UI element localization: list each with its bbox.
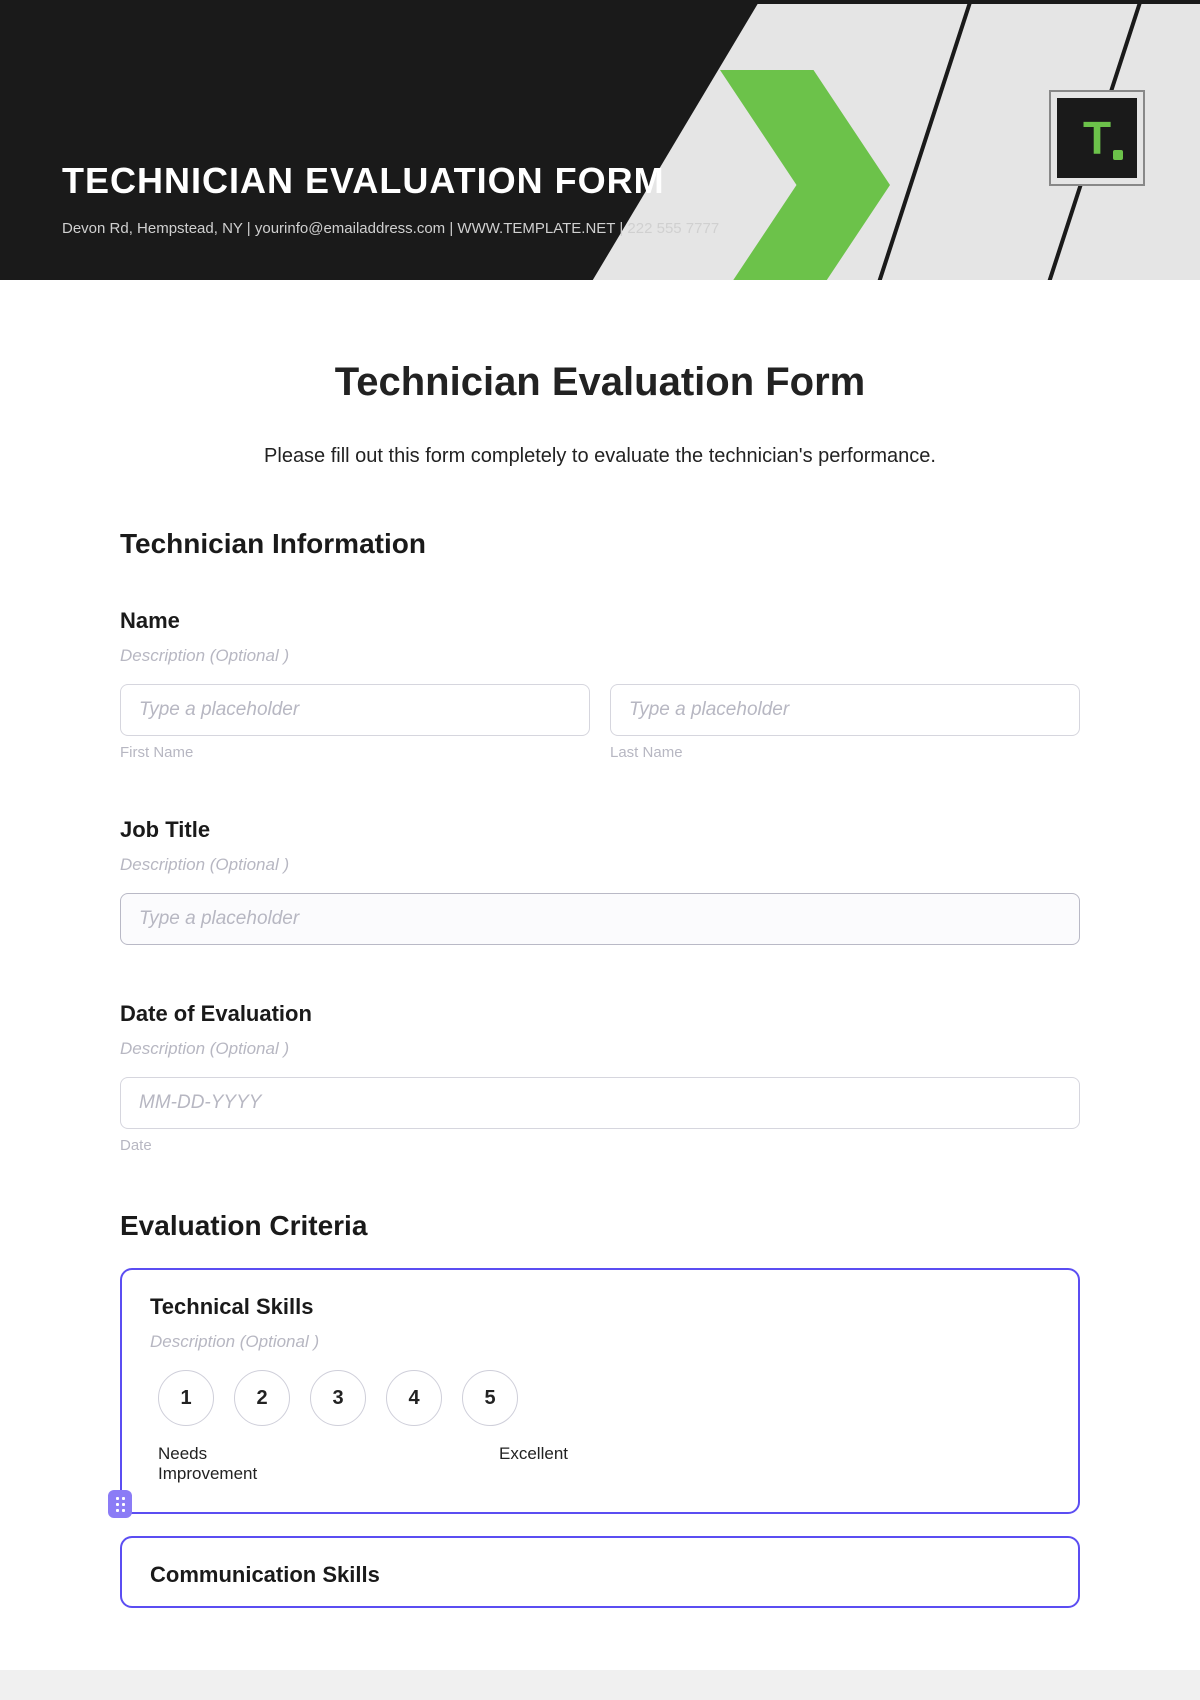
date-input[interactable] <box>120 1077 1080 1129</box>
field-date: Date of Evaluation Description (Optional… <box>120 1001 1080 1154</box>
chevron-icon <box>720 70 890 280</box>
form-body: Technician Evaluation Form Please fill o… <box>0 280 1200 1670</box>
banner-subline: Devon Rd, Hempstead, NY | yourinfo@email… <box>62 220 719 237</box>
rating-scale: 1 2 3 4 5 <box>158 1370 1050 1426</box>
label-date: Date of Evaluation <box>120 1001 1080 1027</box>
desc-technical-skills: Description (Optional ) <box>150 1332 1050 1352</box>
desc-name: Description (Optional ) <box>120 646 1080 666</box>
drag-handle-icon[interactable] <box>108 1490 132 1518</box>
diagonal-line <box>861 0 982 280</box>
scale-low-label: Needs Improvement <box>158 1444 298 1484</box>
section-technician-info: Technician Information <box>120 528 1080 560</box>
job-title-input[interactable] <box>120 893 1080 945</box>
rating-3-button[interactable]: 3 <box>310 1370 366 1426</box>
header-banner: T TECHNICIAN EVALUATION FORM Devon Rd, H… <box>0 0 1200 280</box>
sublabel-first-name: First Name <box>120 744 590 761</box>
desc-job-title: Description (Optional ) <box>120 855 1080 875</box>
rating-card-communication-skills[interactable]: Communication Skills <box>120 1536 1080 1608</box>
field-name: Name Description (Optional ) First Name … <box>120 608 1080 761</box>
scale-high-label: Excellent <box>499 1444 568 1484</box>
banner-title: TECHNICIAN EVALUATION FORM <box>62 160 665 202</box>
form-intro: Please fill out this form completely to … <box>120 445 1080 468</box>
section-evaluation-criteria: Evaluation Criteria <box>120 1210 1080 1242</box>
logo-dot-icon <box>1113 150 1123 160</box>
label-communication-skills: Communication Skills <box>150 1562 1050 1588</box>
first-name-input[interactable] <box>120 684 590 736</box>
desc-date: Description (Optional ) <box>120 1039 1080 1059</box>
last-name-input[interactable] <box>610 684 1080 736</box>
logo-letter: T <box>1083 111 1111 165</box>
banner-dark-shape <box>0 0 760 280</box>
label-technical-skills: Technical Skills <box>150 1294 1050 1320</box>
sublabel-last-name: Last Name <box>610 744 1080 761</box>
rating-1-button[interactable]: 1 <box>158 1370 214 1426</box>
rating-5-button[interactable]: 5 <box>462 1370 518 1426</box>
rating-card-technical-skills[interactable]: Technical Skills Description (Optional )… <box>120 1268 1080 1514</box>
field-job-title: Job Title Description (Optional ) <box>120 817 1080 945</box>
form-title: Technician Evaluation Form <box>120 360 1080 405</box>
logo: T <box>1049 90 1145 186</box>
rating-4-button[interactable]: 4 <box>386 1370 442 1426</box>
label-name: Name <box>120 608 1080 634</box>
sublabel-date: Date <box>120 1137 1080 1154</box>
label-job-title: Job Title <box>120 817 1080 843</box>
rating-2-button[interactable]: 2 <box>234 1370 290 1426</box>
